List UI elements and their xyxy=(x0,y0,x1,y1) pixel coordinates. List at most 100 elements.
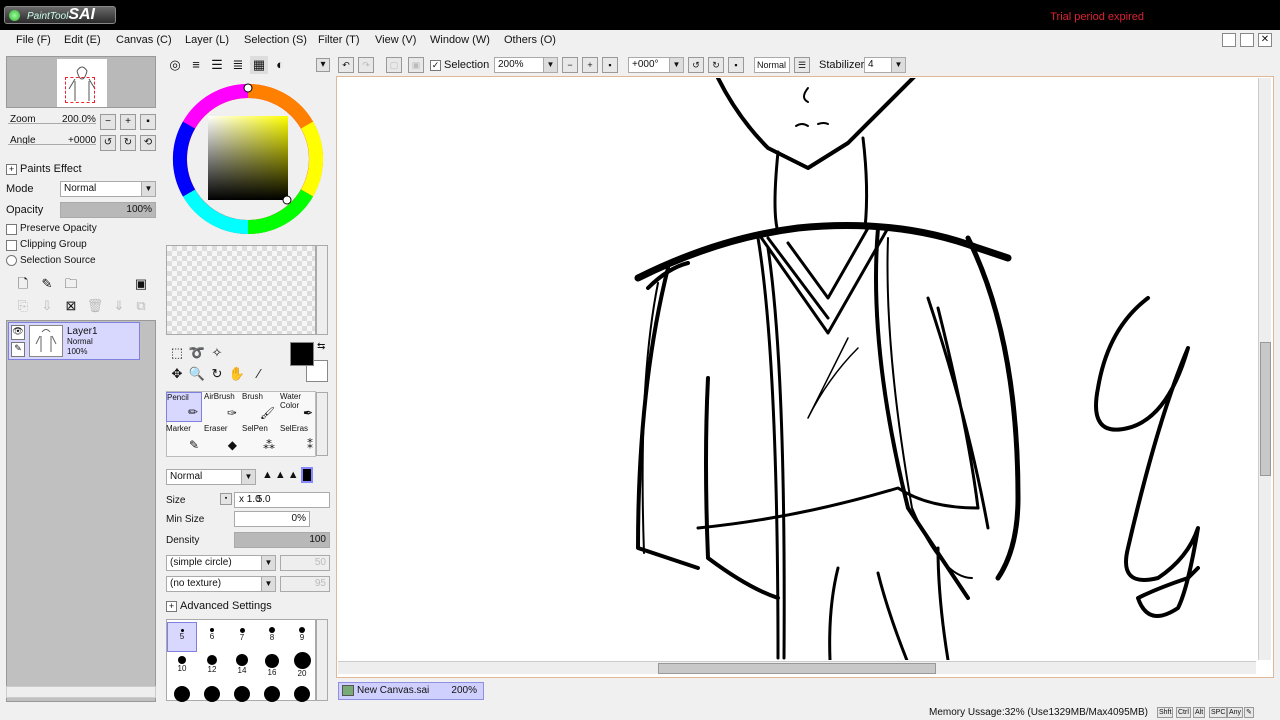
move-icon[interactable]: ✥ xyxy=(168,365,186,383)
brush-size-preset[interactable] xyxy=(227,686,257,702)
eyedropper-icon[interactable]: ⁄ xyxy=(250,365,268,383)
rotate-right-button[interactable]: ↻ xyxy=(120,135,136,151)
menu-window[interactable]: Window (W) xyxy=(430,34,490,46)
tool-airbrush[interactable]: AirBrush ✑ xyxy=(204,392,240,422)
brush-size-preset[interactable]: 16 xyxy=(257,654,287,684)
layer-mode-dropdown[interactable]: Normal ▼ xyxy=(60,181,156,197)
swatch-palette[interactable] xyxy=(166,245,316,335)
brush-edge-shapes[interactable]: ▲▲▲ ■ xyxy=(262,467,330,485)
lasso-icon[interactable]: ➰ xyxy=(188,344,206,362)
brush-size-preset[interactable]: 10 xyxy=(167,654,197,684)
swap-colors-icon[interactable]: ⇆ xyxy=(317,341,325,352)
hscroll-thumb[interactable] xyxy=(658,663,936,674)
document-tab[interactable]: New Canvas.sai 200% xyxy=(338,682,484,700)
navigator-preview[interactable] xyxy=(6,56,156,108)
menu-selection[interactable]: Selection (S) xyxy=(244,34,307,46)
tool-brush[interactable]: Brush 🖌 xyxy=(242,392,278,422)
tool-marker[interactable]: Marker ✎ xyxy=(166,424,202,454)
mixer-tab-icon[interactable]: ≣ xyxy=(229,56,247,74)
hue-marker[interactable] xyxy=(243,83,253,93)
layer-list-hscroll[interactable] xyxy=(6,686,156,698)
zoom-out-button[interactable]: − xyxy=(100,114,116,130)
layer-mask-icon[interactable]: ▣ xyxy=(132,275,150,293)
flip-view-icon[interactable]: ☰ xyxy=(794,57,810,73)
min-size-slider[interactable]: 0% xyxy=(234,511,310,527)
redo-icon[interactable]: ↷ xyxy=(358,57,374,73)
zoom-dropdown[interactable]: 200% ▼ xyxy=(494,57,558,73)
brush-size-preset[interactable] xyxy=(287,686,317,702)
zoom-reset-button[interactable]: ▪ xyxy=(140,114,156,130)
size-slider[interactable]: x 1.05.0 xyxy=(234,492,330,508)
minimize-button[interactable] xyxy=(1222,33,1236,47)
brush-size-preset[interactable]: 8 xyxy=(257,622,287,652)
merge-down-icon[interactable]: ⇩ xyxy=(38,297,56,315)
swatches-tab-icon[interactable]: ▦ xyxy=(250,56,268,74)
scratchpad-tab-icon[interactable]: ◐ xyxy=(271,56,289,74)
restore-button[interactable] xyxy=(1240,33,1254,47)
delete-layer-icon[interactable]: 🗑 xyxy=(86,297,104,315)
brush-size-preset[interactable] xyxy=(167,686,197,702)
preserve-opacity-checkbox[interactable] xyxy=(6,224,17,235)
tool-selpen[interactable]: SelPen ⁂ xyxy=(242,424,278,454)
brush-size-preset[interactable]: 12 xyxy=(197,654,227,684)
angle-dropdown[interactable]: +000° ▼ xyxy=(628,57,684,73)
brush-blend-dropdown[interactable]: Normal ▼ xyxy=(166,469,256,485)
rgb-slider-tab-icon[interactable]: ≡ xyxy=(187,56,205,74)
layer-list[interactable] xyxy=(6,320,156,702)
clear-layer-icon[interactable]: ⊠ xyxy=(62,297,80,315)
zoom-out-icon[interactable]: − xyxy=(562,57,578,73)
menu-filter[interactable]: Filter (T) xyxy=(318,34,360,46)
transfer-down-icon[interactable]: ⇓ xyxy=(110,297,128,315)
tool-seleras[interactable]: SelEras ⁑ xyxy=(280,424,316,454)
hand-icon[interactable]: ✋ xyxy=(228,365,246,383)
brush-size-preset[interactable] xyxy=(257,686,287,702)
layer-row[interactable]: 👁 ✎ Layer1 Normal 100% xyxy=(8,322,140,360)
drawing-canvas[interactable] xyxy=(338,78,1256,660)
merge-visible-icon[interactable]: ⧉ xyxy=(132,297,150,315)
navigator-viewport[interactable] xyxy=(65,77,95,103)
new-folder-icon[interactable]: 🗀 xyxy=(62,275,80,293)
color-panel-menu-button[interactable]: ▾ xyxy=(316,58,330,72)
primary-color-swatch[interactable] xyxy=(290,342,314,366)
sv-marker[interactable] xyxy=(282,195,292,205)
menu-edit[interactable]: Edit (E) xyxy=(64,34,101,46)
rect-select-icon[interactable]: ⬚ xyxy=(168,344,186,362)
size-multiplier-button[interactable]: ▪ xyxy=(220,493,232,505)
tool-watercolor[interactable]: Water Color ✒ xyxy=(280,392,316,422)
copy-layer-icon[interactable]: ⎘ xyxy=(14,297,32,315)
rotate-cw-icon[interactable]: ↻ xyxy=(708,57,724,73)
texture-strength-slider[interactable]: 95 xyxy=(280,576,330,592)
selection-source-checkbox[interactable] xyxy=(6,255,17,266)
color-wheel-tab-icon[interactable]: ◎ xyxy=(166,56,184,74)
invert-selection-icon[interactable]: ▣ xyxy=(408,57,424,73)
brush-size-preset[interactable]: 20 xyxy=(287,652,317,682)
rotate-tool-icon[interactable]: ↻ xyxy=(208,365,226,383)
canvas-vscroll[interactable] xyxy=(1258,78,1271,660)
canvas-hscroll[interactable] xyxy=(338,661,1256,674)
eye-icon[interactable]: 👁 xyxy=(11,325,25,340)
layer-opacity-slider[interactable]: 100% xyxy=(60,202,156,218)
zoom-reset-icon[interactable]: ▪ xyxy=(602,57,618,73)
brush-size-preset[interactable]: 14 xyxy=(227,654,257,684)
zoom-tool-icon[interactable]: 🔍 xyxy=(188,365,206,383)
brush-shape-dropdown[interactable]: (simple circle) ▼ xyxy=(166,555,276,571)
menu-view[interactable]: View (V) xyxy=(375,34,416,46)
menu-layer[interactable]: Layer (L) xyxy=(185,34,229,46)
brush-size-preset[interactable] xyxy=(197,686,227,702)
vscroll-thumb[interactable] xyxy=(1260,342,1271,476)
advanced-settings-expand-icon[interactable]: + xyxy=(166,601,177,612)
color-wheel[interactable] xyxy=(165,76,331,242)
brush-texture-dropdown[interactable]: (no texture) ▼ xyxy=(166,576,276,592)
view-mode-dropdown[interactable]: Normal xyxy=(754,57,790,73)
tool-eraser[interactable]: Eraser ◆ xyxy=(204,424,240,454)
rotate-reset-button[interactable]: ⟲ xyxy=(140,135,156,151)
new-layer-icon[interactable]: 🗋 xyxy=(14,275,32,293)
menu-file[interactable]: File (F) xyxy=(16,34,51,46)
shape-strength-slider[interactable]: 50 xyxy=(280,555,330,571)
zoom-in-button[interactable]: + xyxy=(120,114,136,130)
hsv-slider-tab-icon[interactable]: ☰ xyxy=(208,56,226,74)
rotate-ccw-icon[interactable]: ↺ xyxy=(688,57,704,73)
tool-pencil[interactable]: Pencil ✏ xyxy=(166,392,202,422)
paints-effect-expand-icon[interactable]: + xyxy=(6,164,17,175)
rotate-reset-icon[interactable]: ▪ xyxy=(728,57,744,73)
